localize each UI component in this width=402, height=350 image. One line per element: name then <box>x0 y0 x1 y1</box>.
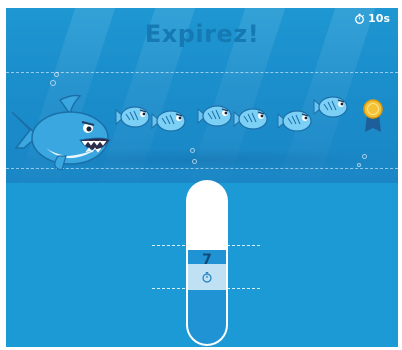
fish-icon <box>115 106 150 128</box>
fish-icon <box>277 110 312 132</box>
fish-icon <box>197 105 232 127</box>
bubble <box>362 154 367 159</box>
swim-lane-top <box>6 72 398 73</box>
instruction-title: Expirez! <box>144 20 260 48</box>
fish-icon <box>151 110 186 132</box>
breath-meter-value: 7 <box>202 252 212 268</box>
fish-icon <box>313 96 348 118</box>
medal-icon <box>363 99 383 132</box>
bubble <box>50 80 56 86</box>
stopwatch-icon <box>355 13 365 24</box>
fish-icon <box>233 108 268 130</box>
bubble <box>54 72 59 77</box>
shark-icon <box>11 94 111 171</box>
game-scene: Expirez! 10s 7 <box>6 8 398 347</box>
breath-meter: 7 <box>188 182 226 344</box>
stopwatch-icon <box>202 272 212 283</box>
timer: 10s <box>354 12 390 25</box>
bubble <box>192 159 197 164</box>
bubble <box>357 163 361 167</box>
bubble <box>190 148 195 153</box>
underwater-area: Expirez! 10s <box>6 8 398 183</box>
timer-text: 10s <box>368 12 390 25</box>
